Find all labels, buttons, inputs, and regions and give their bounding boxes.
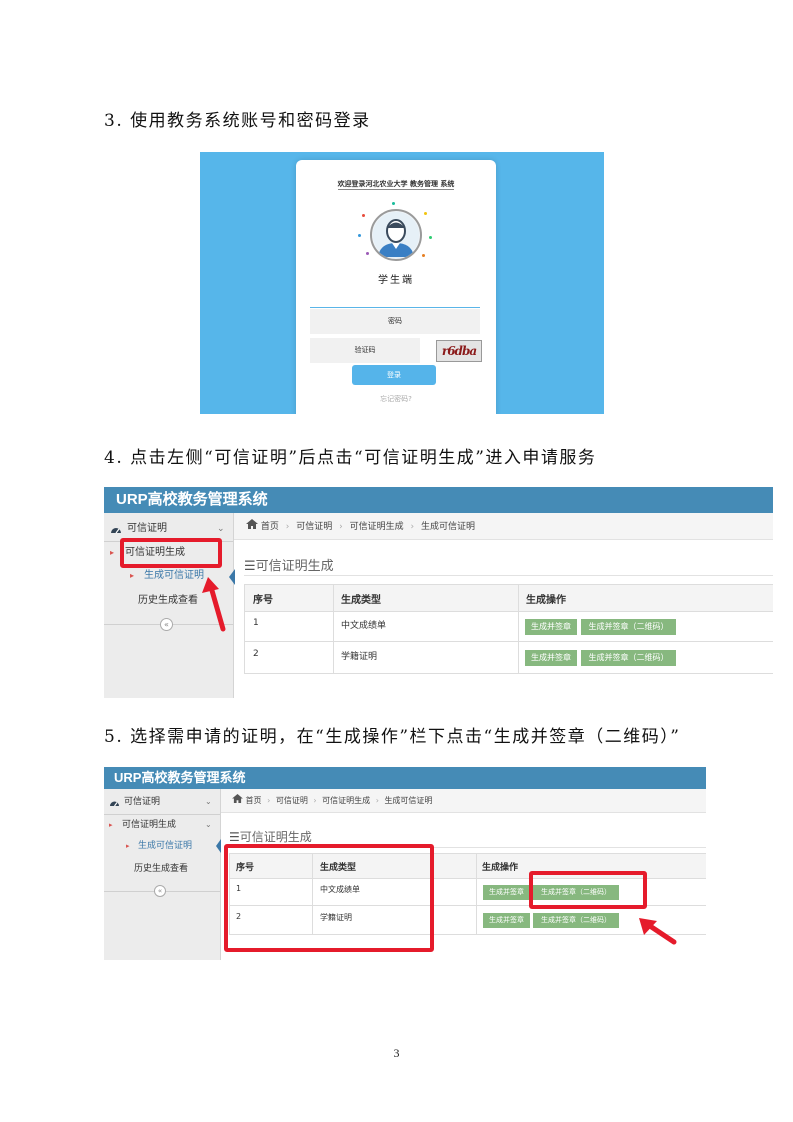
sidebar-item-generate-cert[interactable]: ▸ 生成可信证明: [104, 837, 220, 855]
captcha-input[interactable]: 验证码: [310, 338, 420, 363]
urp-screenshot-1: URP高校教务管理系统 可信证明 ⌄ ▸ 可信证明生成 ▸ 生成可信证明 历史生…: [104, 487, 773, 698]
red-arrow-icon: [639, 918, 677, 945]
table-header: [245, 585, 773, 611]
breadcrumb-cert-generate[interactable]: 可信证明生成: [350, 522, 404, 532]
table-row: 2: [253, 649, 259, 659]
caret-right-icon: ▸: [109, 821, 113, 829]
col-action: 生成操作: [526, 595, 566, 606]
caret-right-icon: ▸: [130, 571, 135, 580]
forgot-password-link[interactable]: 忘记密码?: [296, 394, 496, 404]
confetti-dot: [429, 236, 432, 239]
breadcrumb-cert[interactable]: 可信证明: [276, 796, 308, 805]
table-row: 1: [253, 618, 259, 628]
sign-button[interactable]: 生成并签章: [483, 913, 530, 928]
confetti-dot: [392, 202, 395, 205]
login-screenshot: 欢迎登录河北农业大学 教务管理 系统 学生端 密码 验证码 r6dba 登录 忘…: [200, 152, 604, 414]
home-icon: [246, 519, 258, 532]
confetti-dot: [358, 234, 361, 237]
sign-qr-button[interactable]: 生成并签章（二维码）: [581, 619, 676, 635]
row-type: 中文成绩单: [341, 621, 387, 631]
user-avatar-icon: [370, 209, 422, 261]
login-title: 欢迎登录河北农业大学 教务管理 系统: [337, 180, 455, 190]
breadcrumb-home[interactable]: 首页: [261, 522, 279, 532]
confetti-dot: [422, 254, 425, 257]
urp-screenshot-2: URP高校教务管理系统 可信证明 ⌄ ▸ 可信证明生成 ⌄ ▸ 生成可信证明 历…: [104, 767, 706, 960]
page-number: 3: [393, 1046, 400, 1060]
collapse-sidebar-icon[interactable]: «: [154, 885, 166, 897]
sign-qr-button[interactable]: 生成并签章（二维码）: [533, 913, 619, 928]
caret-right-icon: ▸: [126, 842, 130, 850]
login-card: 欢迎登录河北农业大学 教务管理 系统 学生端 密码 验证码 r6dba 登录 忘…: [296, 160, 496, 414]
confetti-dot: [424, 212, 427, 215]
breadcrumb-home[interactable]: 首页: [246, 796, 262, 805]
confetti-dot: [366, 252, 369, 255]
app-title: URP高校教务管理系统: [104, 487, 773, 513]
sign-button[interactable]: 生成并签章: [525, 619, 577, 635]
list-icon: ☰: [229, 830, 240, 844]
password-input[interactable]: 密码: [310, 309, 480, 334]
captcha-image[interactable]: r6dba: [436, 340, 482, 362]
breadcrumb-cert-generate[interactable]: 可信证明生成: [322, 796, 370, 805]
divider: [104, 814, 220, 815]
sidebar-item-history[interactable]: 历史生成查看: [104, 860, 220, 878]
sidebar-item-trusted-cert[interactable]: 可信证明 ⌄: [104, 518, 233, 540]
breadcrumb-items: 首页 › 可信证明 › 可信证明生成 › 生成可信证明: [232, 794, 432, 807]
confetti-dot: [362, 214, 365, 217]
breadcrumb-cert[interactable]: 可信证明: [296, 522, 332, 532]
list-icon: ☰: [244, 559, 256, 574]
chevron-down-icon: ⌄: [217, 524, 225, 534]
breadcrumb-current: 生成可信证明: [384, 796, 433, 805]
section-title: ☰可信证明生成: [229, 830, 312, 844]
active-indicator: [216, 839, 221, 853]
login-button[interactable]: 登录: [352, 365, 436, 385]
sign-button[interactable]: 生成并签章: [483, 885, 530, 900]
divider: [244, 575, 773, 576]
app-title: URP高校教务管理系统: [104, 767, 706, 789]
home-icon: [232, 794, 243, 805]
highlight-box: [224, 844, 434, 952]
col-action: 生成操作: [482, 863, 519, 873]
chevron-down-icon: ⌄: [205, 820, 212, 829]
sign-qr-button[interactable]: 生成并签章（二维码）: [581, 650, 676, 666]
sidebar-item-cert-generate[interactable]: ▸ 可信证明生成 ⌄: [104, 816, 220, 834]
username-input[interactable]: [310, 285, 480, 308]
highlight-box: [120, 538, 222, 568]
section-title: ☰可信证明生成: [244, 559, 334, 574]
step5-instruction: 5. 选择需申请的证明，在“生成操作”栏下点击“生成并签章（二维码）”: [104, 727, 681, 747]
highlight-box: [529, 871, 647, 909]
sign-button[interactable]: 生成并签章: [525, 650, 577, 666]
breadcrumb-items: 首页 › 可信证明 › 可信证明生成 › 生成可信证明: [246, 519, 475, 534]
cert-table: 序号 生成类型 生成操作 1 中文成绩单 生成并签章 生成并签章（二维码） 2 …: [244, 584, 773, 674]
caret-right-icon: ▸: [110, 548, 115, 557]
breadcrumb-current: 生成可信证明: [421, 522, 476, 532]
row-type: 学籍证明: [341, 652, 378, 662]
login-role-label: 学生端: [378, 275, 414, 286]
step3-instruction: 3. 使用教务系统账号和密码登录: [104, 111, 371, 131]
step4-instruction: 4. 点击左侧“可信证明”后点击“可信证明生成”进入申请服务: [104, 448, 597, 468]
red-arrow-icon: [202, 577, 226, 632]
col-type: 生成类型: [341, 595, 381, 606]
sidebar-item-trusted-cert[interactable]: 可信证明 ⌄: [104, 792, 220, 812]
collapse-sidebar-icon[interactable]: «: [160, 618, 173, 631]
chevron-down-icon: ⌄: [205, 797, 212, 806]
col-index: 序号: [253, 595, 273, 606]
